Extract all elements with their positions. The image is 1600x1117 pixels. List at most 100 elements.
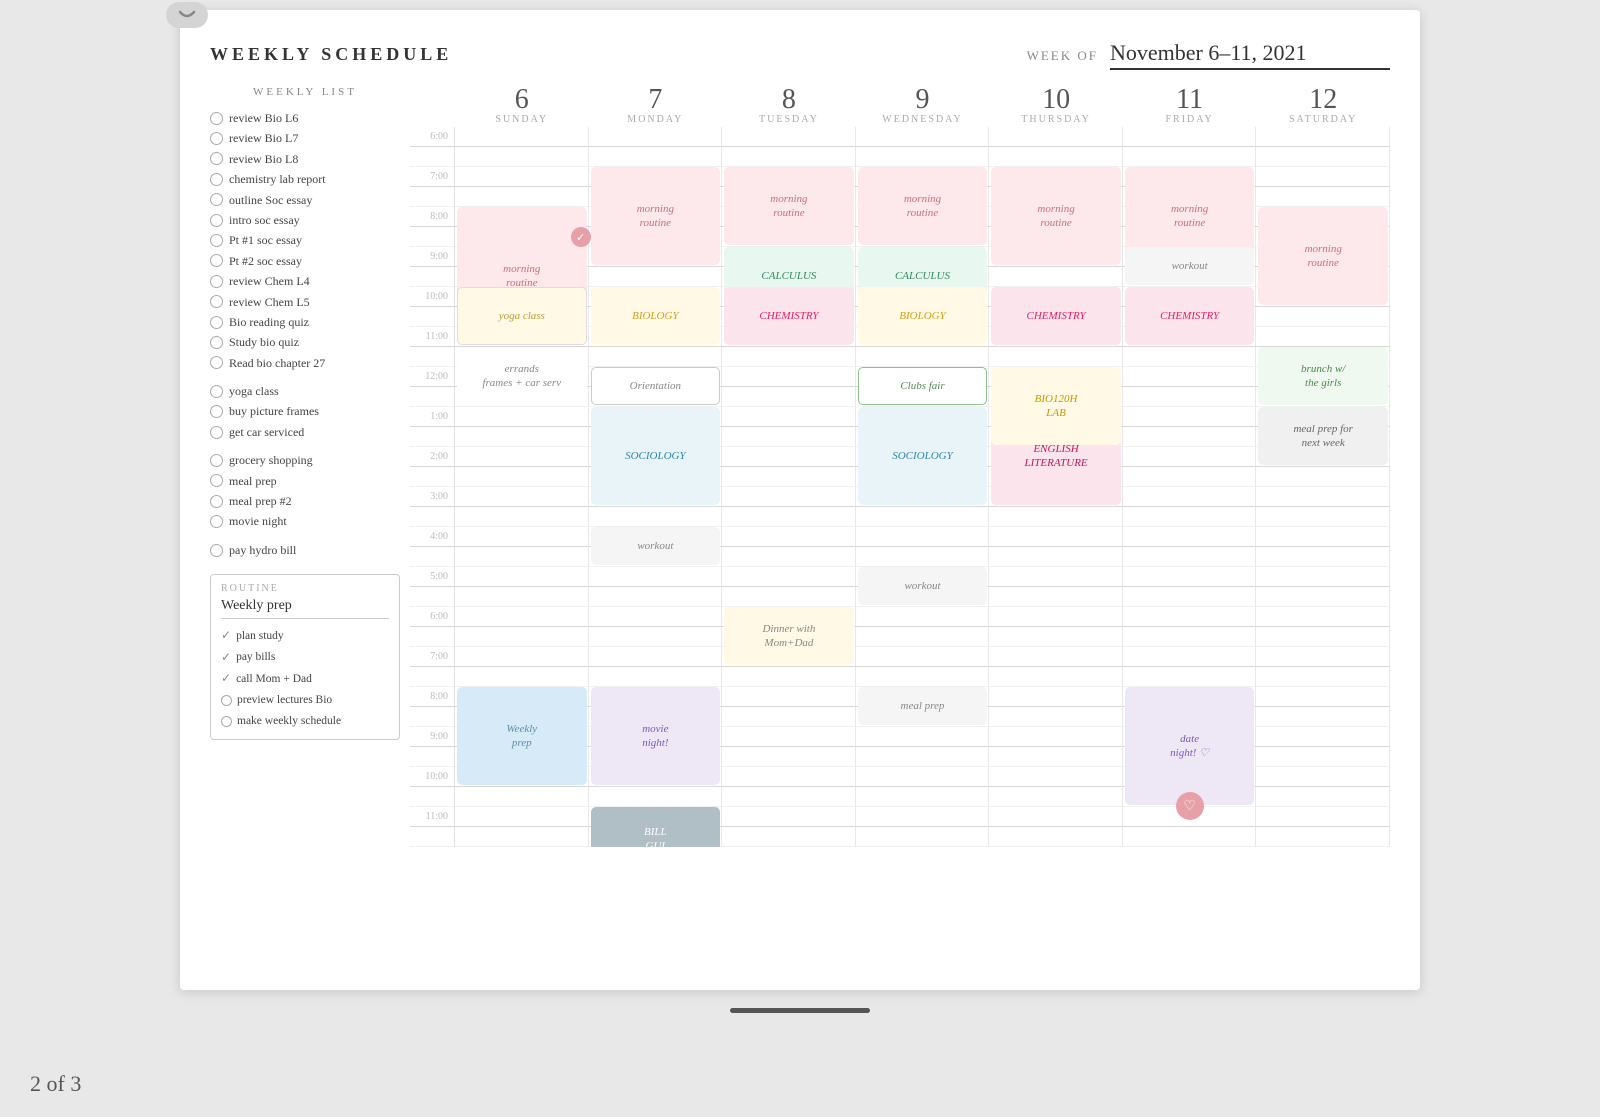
checkbox[interactable]	[210, 173, 223, 186]
checkbox[interactable]	[210, 316, 223, 329]
checkbox[interactable]	[210, 234, 223, 247]
day-header-friday: 11FRIDAY	[1123, 86, 1257, 125]
day-name: WEDNESDAY	[856, 114, 990, 125]
grid-cell	[589, 727, 723, 747]
routine-item: ✓plan study	[221, 625, 389, 647]
checkbox[interactable]	[210, 544, 223, 557]
checkbox[interactable]	[210, 495, 223, 508]
list-item: review Chem L4	[210, 271, 400, 291]
grid-cell	[1123, 347, 1257, 367]
routine-item: ✓pay bills	[221, 647, 389, 669]
grid-cell	[856, 747, 990, 767]
checkbox[interactable]	[210, 356, 223, 369]
list-item-text: buy picture frames	[229, 401, 319, 421]
list-item: review Chem L5	[210, 292, 400, 312]
checkbox[interactable]	[210, 254, 223, 267]
day-number: 12	[1256, 86, 1390, 114]
grid-cell	[455, 607, 589, 627]
grid-cell	[589, 207, 723, 227]
grid-cell	[1123, 587, 1257, 607]
checkbox[interactable]	[210, 385, 223, 398]
grid-cell	[1123, 627, 1257, 647]
grid-cell	[722, 307, 856, 327]
grid-cell	[455, 367, 589, 387]
grid-cell	[722, 807, 856, 827]
checkbox[interactable]	[210, 515, 223, 528]
checkbox[interactable]	[221, 695, 232, 706]
day-name: MONDAY	[589, 114, 723, 125]
routine-item-text: call Mom + Dad	[236, 669, 312, 690]
list-item: review Bio L7	[210, 128, 400, 148]
grid-cell	[722, 427, 856, 447]
checkbox[interactable]	[210, 152, 223, 165]
grid-cell	[455, 207, 589, 227]
week-of-area: WEEK OF November 6–11, 2021	[1027, 40, 1390, 70]
checkbox[interactable]	[210, 132, 223, 145]
grid-cell	[589, 587, 723, 607]
list-item-text: intro soc essay	[229, 210, 300, 230]
grid-cell	[1256, 227, 1390, 247]
time-label	[410, 387, 455, 407]
time-label: 11:00	[410, 327, 455, 347]
list-item: Read bio chapter 27	[210, 353, 400, 373]
routine-items: ✓plan study✓pay bills✓call Mom + Dadprev…	[221, 625, 389, 731]
grid-cell	[589, 247, 723, 267]
grid-cell	[989, 507, 1123, 527]
list-item-text: grocery shopping	[229, 450, 313, 470]
grid-cell	[856, 767, 990, 787]
checkbox[interactable]	[210, 336, 223, 349]
routine-title: Weekly prep	[221, 598, 389, 619]
time-label: 8:00	[410, 687, 455, 707]
day-name: SUNDAY	[455, 114, 589, 125]
grid-cell	[1123, 327, 1257, 347]
grid-cell	[455, 527, 589, 547]
scroll-indicator[interactable]	[730, 1008, 870, 1013]
grid-cell	[589, 767, 723, 787]
day-number: 9	[856, 86, 990, 114]
grid-cell	[1123, 667, 1257, 687]
grid-cell	[455, 167, 589, 187]
checkbox[interactable]	[210, 193, 223, 206]
grid-cell	[722, 387, 856, 407]
grid-cell	[989, 427, 1123, 447]
day-number: 10	[989, 86, 1123, 114]
page-container: WEEKLY SCHEDULE WEEK OF November 6–11, 2…	[180, 10, 1420, 990]
grid-cell	[455, 647, 589, 667]
grid-cell	[1123, 147, 1257, 167]
routine-item-text: make weekly schedule	[237, 711, 341, 732]
grid-cell	[856, 227, 990, 247]
bg-grid: 6:007:008:009:0010:0011:0012:001:002:003…	[410, 127, 1390, 847]
grid-cell	[856, 487, 990, 507]
grid-cell	[1256, 127, 1390, 147]
checkbox[interactable]	[210, 295, 223, 308]
grid-cell	[989, 567, 1123, 587]
checkbox[interactable]	[221, 716, 232, 727]
list-item-text: review Chem L5	[229, 292, 310, 312]
list-item: review Bio L8	[210, 149, 400, 169]
list-item-text: Pt #2 soc essay	[229, 251, 302, 271]
list-item: review Bio L6	[210, 108, 400, 128]
checkbox[interactable]	[210, 275, 223, 288]
checkbox[interactable]	[210, 454, 223, 467]
checkbox[interactable]	[210, 426, 223, 439]
grid-cell	[856, 267, 990, 287]
checkbox[interactable]	[210, 112, 223, 125]
time-label: 8:00	[410, 207, 455, 227]
grid-cell	[1123, 767, 1257, 787]
grid-cell	[989, 807, 1123, 827]
grid-cell	[455, 707, 589, 727]
checkbox[interactable]	[210, 214, 223, 227]
top-tab[interactable]	[166, 2, 208, 28]
checkbox[interactable]	[210, 474, 223, 487]
list-item: buy picture frames	[210, 401, 400, 421]
grid-cell	[989, 447, 1123, 467]
grid-cell	[722, 407, 856, 427]
time-label: 12:00	[410, 367, 455, 387]
grid-cell	[589, 127, 723, 147]
grid-cell	[1123, 707, 1257, 727]
grid-cell	[1123, 247, 1257, 267]
grid-cell	[1123, 187, 1257, 207]
grid-cell	[589, 827, 723, 847]
grid-cell	[1256, 287, 1390, 307]
checkbox[interactable]	[210, 405, 223, 418]
